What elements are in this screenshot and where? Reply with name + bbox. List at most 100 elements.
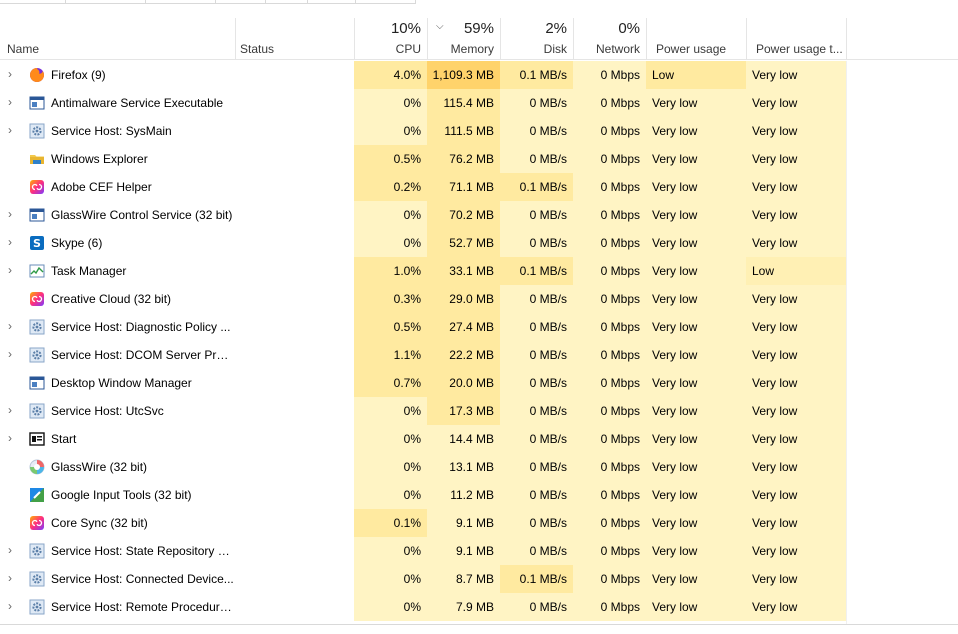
tab-performance[interactable]	[66, 0, 146, 4]
table-row[interactable]: › Service Host: Remote Procedure... 0% 7.9 …	[0, 593, 958, 621]
table-row[interactable]: › Service Host: State Repository S... 0% 9.…	[0, 537, 958, 565]
column-header-name[interactable]: Name	[0, 18, 235, 60]
disk-value: 0.1 MB/s	[500, 173, 573, 201]
power-usage-value: Very low	[646, 481, 746, 509]
process-name: Creative Cloud (32 bit)	[51, 292, 172, 306]
memory-value: 70.2 MB	[427, 201, 500, 229]
power-usage-value: Very low	[646, 257, 746, 285]
column-header-power-usage[interactable]: Power usage	[646, 18, 746, 60]
table-row[interactable]: › S Skype (6) 0% 52.7 MB 0 MB/s 0 Mbps Very low…	[0, 229, 958, 257]
table-row[interactable]: › Start 0% 14.4 MB 0 MB/s 0 Mbps Very low Very …	[0, 425, 958, 453]
cpu-value: 0%	[354, 537, 427, 565]
tab-services[interactable]	[356, 0, 416, 4]
column-label-status: Status	[240, 42, 275, 56]
expand-chevron-icon[interactable]: ›	[8, 593, 18, 621]
power-usage-trend-value: Very low	[746, 229, 846, 257]
process-name: Service Host: Diagnostic Policy ...	[51, 320, 231, 334]
disk-value: 0 MB/s	[500, 89, 573, 117]
column-header-status[interactable]: Status	[235, 18, 354, 60]
tab-strip	[0, 0, 958, 4]
memory-value: 7.9 MB	[427, 593, 500, 621]
column-header-network[interactable]: 0% Network	[573, 18, 646, 60]
table-row[interactable]: Adobe CEF Helper 0.2% 71.1 MB 0.1 MB/s 0 Mbp…	[0, 173, 958, 201]
expand-chevron-icon[interactable]: ›	[8, 565, 18, 593]
power-usage-trend-value: Very low	[746, 453, 846, 481]
expand-chevron-icon[interactable]: ›	[8, 537, 18, 565]
memory-value: 9.1 MB	[427, 509, 500, 537]
network-value: 0 Mbps	[573, 397, 646, 425]
table-row[interactable]: › Service Host: Connected Device... 0% 8.7 …	[0, 565, 958, 593]
expand-chevron-icon[interactable]: ›	[8, 257, 18, 285]
tab-app-history[interactable]	[146, 0, 216, 4]
column-header-row: Name Status 10% CPU ⌵ 59% Memory 2% Disk…	[0, 18, 958, 60]
table-row[interactable]: › Service Host: UtcSvc 0% 17.3 MB 0 MB/s 0 Mb…	[0, 397, 958, 425]
column-label-power-usage: Power usage	[656, 42, 727, 56]
table-row[interactable]: › Antimalware Service Executable 0% 115.4 M…	[0, 89, 958, 117]
table-row[interactable]: Core Sync (32 bit) 0.1% 9.1 MB 0 MB/s 0 Mbps…	[0, 509, 958, 537]
memory-value: 9.1 MB	[427, 537, 500, 565]
column-header-memory[interactable]: ⌵ 59% Memory	[427, 18, 500, 60]
column-label-power-usage-trend: Power usage t...	[756, 42, 843, 56]
table-row[interactable]: Google Input Tools (32 bit) 0% 11.2 MB 0 MB…	[0, 481, 958, 509]
cpu-value: 0.7%	[354, 369, 427, 397]
expand-chevron-icon[interactable]: ›	[8, 229, 18, 257]
table-row[interactable]: Desktop Window Manager 0.7% 20.0 MB 0 MB/s 0…	[0, 369, 958, 397]
table-row[interactable]: › GlassWire Control Service (32 bit) 0% 70.…	[0, 201, 958, 229]
disk-value: 0 MB/s	[500, 341, 573, 369]
gear-icon	[29, 347, 45, 363]
expand-chevron-icon[interactable]: ›	[8, 425, 18, 453]
table-row[interactable]: GlassWire (32 bit) 0% 13.1 MB 0 MB/s 0 Mbps V…	[0, 453, 958, 481]
network-value: 0 Mbps	[573, 313, 646, 341]
table-row[interactable]: Creative Cloud (32 bit) 0.3% 29.0 MB 0 MB/s…	[0, 285, 958, 313]
glasswire-icon	[29, 459, 45, 475]
expand-chevron-icon[interactable]: ›	[8, 397, 18, 425]
network-value: 0 Mbps	[573, 481, 646, 509]
table-row[interactable]: › Firefox (9) 4.0% 1,109.3 MB 0.1 MB/s 0 Mbps…	[0, 61, 958, 89]
column-header-power-usage-trend[interactable]: Power usage t...	[746, 18, 847, 60]
power-usage-trend-value: Very low	[746, 145, 846, 173]
task-manager-icon	[29, 263, 45, 279]
network-value: 0 Mbps	[573, 285, 646, 313]
tab-users[interactable]	[266, 0, 308, 4]
cpu-value: 0.2%	[354, 173, 427, 201]
network-value: 0 Mbps	[573, 229, 646, 257]
power-usage-trend-value: Very low	[746, 201, 846, 229]
tab-processes[interactable]	[0, 0, 66, 4]
table-row[interactable]: › Task Manager 1.0% 33.1 MB 0.1 MB/s 0 Mbps Ve…	[0, 257, 958, 285]
network-value: 0 Mbps	[573, 201, 646, 229]
table-row[interactable]: Windows Explorer 0.5% 76.2 MB 0 MB/s 0 Mbps V…	[0, 145, 958, 173]
creative-cloud-icon	[29, 179, 45, 195]
network-value: 0 Mbps	[573, 369, 646, 397]
network-value: 0 Mbps	[573, 145, 646, 173]
tab-details[interactable]	[308, 0, 356, 4]
column-header-cpu[interactable]: 10% CPU	[354, 18, 427, 60]
column-label-name: Name	[7, 42, 40, 56]
power-usage-trend-value: Very low	[746, 117, 846, 145]
cpu-value: 0%	[354, 117, 427, 145]
tab-startup[interactable]	[216, 0, 266, 4]
memory-value: 27.4 MB	[427, 313, 500, 341]
power-usage-value: Low	[646, 61, 746, 89]
memory-value: 29.0 MB	[427, 285, 500, 313]
disk-value: 0 MB/s	[500, 397, 573, 425]
table-row[interactable]: › Service Host: DCOM Server Proc... 1.1% 22…	[0, 341, 958, 369]
power-usage-trend-value: Very low	[746, 341, 846, 369]
power-usage-value: Very low	[646, 369, 746, 397]
memory-value: 13.1 MB	[427, 453, 500, 481]
expand-chevron-icon[interactable]: ›	[8, 61, 18, 89]
svg-text:S: S	[33, 237, 41, 250]
cpu-value: 1.0%	[354, 257, 427, 285]
expand-chevron-icon[interactable]: ›	[8, 117, 18, 145]
gear-icon	[29, 403, 45, 419]
column-header-disk[interactable]: 2% Disk	[500, 18, 573, 60]
table-row[interactable]: › Service Host: SysMain 0% 111.5 MB 0 MB/s 0 …	[0, 117, 958, 145]
table-row[interactable]: › Service Host: Diagnostic Policy ... 0.5%…	[0, 313, 958, 341]
expand-chevron-icon[interactable]: ›	[8, 313, 18, 341]
expand-chevron-icon[interactable]: ›	[8, 89, 18, 117]
expand-chevron-icon[interactable]: ›	[8, 201, 18, 229]
memory-value: 111.5 MB	[427, 117, 500, 145]
expand-chevron-icon[interactable]: ›	[8, 341, 18, 369]
power-usage-trend-value: Very low	[746, 481, 846, 509]
power-usage-value: Very low	[646, 145, 746, 173]
memory-value: 20.0 MB	[427, 369, 500, 397]
